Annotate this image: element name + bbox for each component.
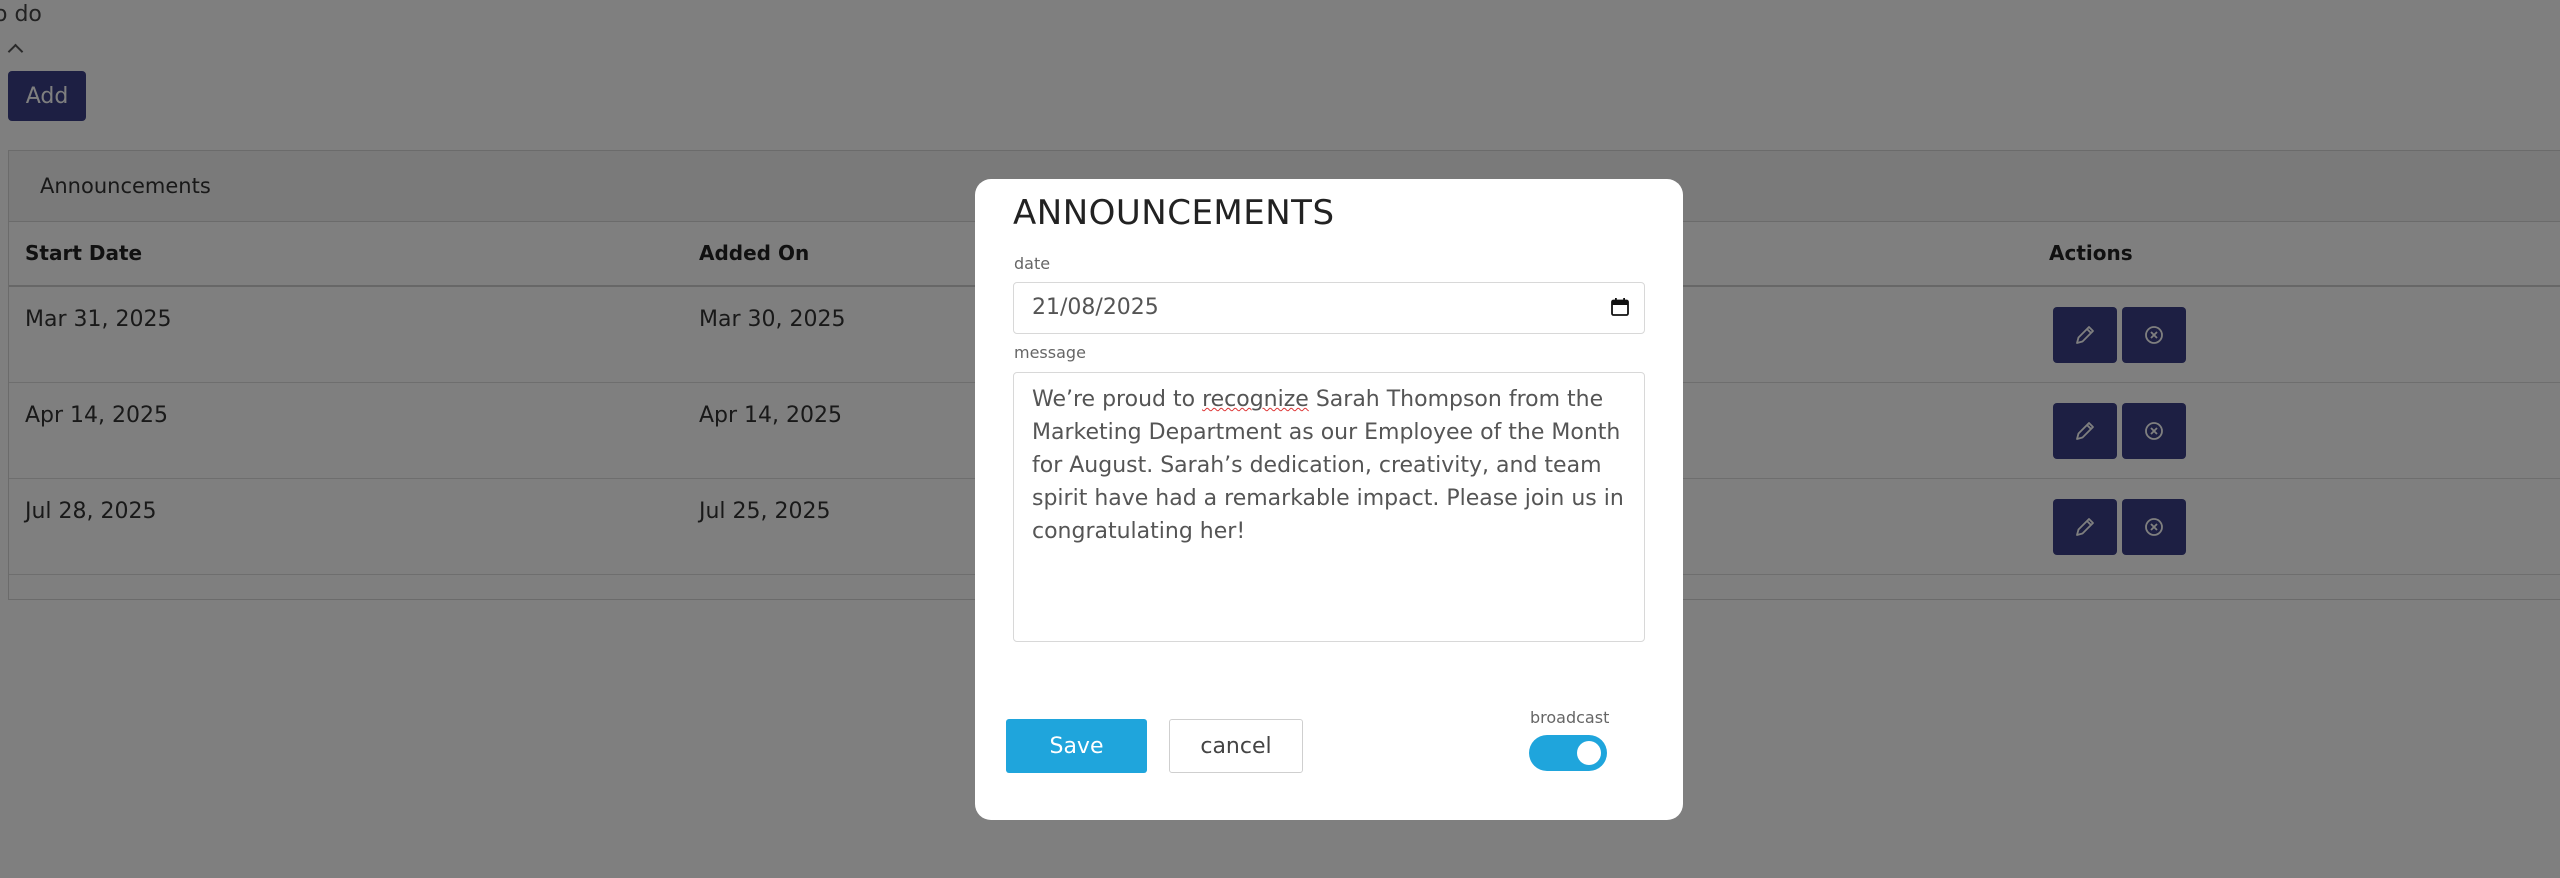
date-field[interactable]: 21/08/2025 [1013,282,1645,334]
message-label: message [1014,343,1086,362]
message-text: We’re proud to [1032,387,1203,412]
modal-title: ANNOUNCEMENTS [1013,193,1335,233]
announcement-modal: ANNOUNCEMENTS date 21/08/2025 message We… [975,179,1683,820]
toggle-knob [1577,741,1601,765]
message-text-misspelled: recognize [1202,387,1309,412]
cancel-button[interactable]: cancel [1169,719,1303,773]
message-textarea[interactable]: We’re proud to recognize Sarah Thompson … [1013,372,1645,642]
date-label: date [1014,254,1051,273]
broadcast-toggle[interactable] [1529,735,1607,771]
calendar-icon[interactable] [1610,297,1630,317]
broadcast-label: broadcast [1530,708,1610,727]
save-button[interactable]: Save [1006,719,1147,773]
date-value: 21/08/2025 [1032,295,1159,320]
